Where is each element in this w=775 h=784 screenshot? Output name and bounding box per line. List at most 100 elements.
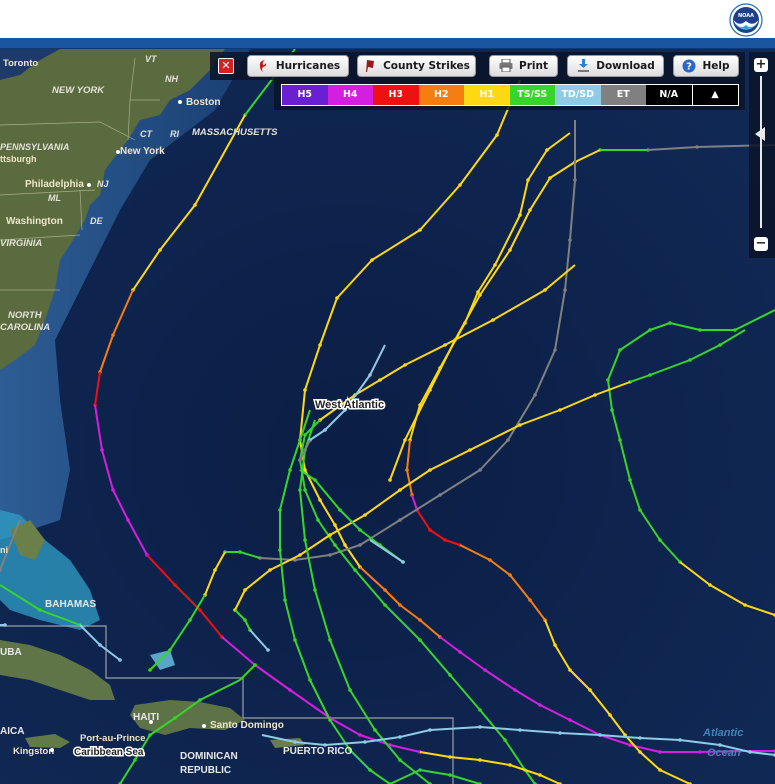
track-point[interactable]	[548, 176, 552, 180]
track-point[interactable]	[398, 735, 402, 739]
track-point[interactable]	[238, 550, 242, 554]
track-point[interactable]	[198, 698, 202, 702]
track-point[interactable]	[398, 518, 402, 522]
track-point[interactable]	[458, 650, 462, 654]
track-point[interactable]	[543, 288, 547, 292]
track-point[interactable]	[303, 488, 307, 492]
track-point[interactable]	[448, 773, 452, 777]
track-point[interactable]	[638, 736, 642, 740]
track-point[interactable]	[418, 618, 422, 622]
track-point[interactable]	[606, 378, 610, 382]
track-point[interactable]	[126, 518, 130, 522]
track-point[interactable]	[553, 643, 557, 647]
track-point[interactable]	[173, 716, 177, 720]
legend-na[interactable]: N/A	[646, 85, 692, 105]
track-point[interactable]	[333, 543, 337, 547]
track-point[interactable]	[478, 725, 482, 729]
track-point[interactable]	[398, 758, 402, 762]
track-point[interactable]	[328, 718, 332, 722]
track-point[interactable]	[303, 538, 307, 542]
legend-h2[interactable]: H2	[418, 85, 464, 105]
track-point[interactable]	[173, 583, 177, 587]
track-point[interactable]	[695, 145, 699, 149]
track-point[interactable]	[370, 258, 374, 262]
legend-collapse-toggle[interactable]: ▲	[691, 85, 738, 105]
track-point[interactable]	[293, 740, 297, 744]
track-point[interactable]	[688, 358, 692, 362]
track-point[interactable]	[303, 468, 307, 472]
track-point[interactable]	[668, 321, 672, 325]
track-point[interactable]	[298, 458, 302, 462]
track-point[interactable]	[526, 178, 530, 182]
track-point[interactable]	[168, 648, 172, 652]
track-point[interactable]	[363, 740, 367, 744]
legend-h3[interactable]: H3	[373, 85, 419, 105]
track-point[interactable]	[593, 393, 597, 397]
track-point[interactable]	[553, 348, 557, 352]
track-point[interactable]	[478, 708, 482, 712]
track-point[interactable]	[718, 343, 722, 347]
track-point[interactable]	[388, 478, 392, 482]
track-point[interactable]	[545, 148, 549, 152]
track-point[interactable]	[368, 373, 372, 377]
track-point[interactable]	[518, 728, 522, 732]
track-point[interactable]	[313, 588, 317, 592]
track-point[interactable]	[398, 603, 402, 607]
track-point[interactable]	[648, 373, 652, 377]
track-point[interactable]	[338, 508, 342, 512]
track-point[interactable]	[588, 688, 592, 692]
track-point[interactable]	[358, 543, 362, 547]
track-point[interactable]	[528, 598, 532, 602]
track-point[interactable]	[476, 290, 480, 294]
track-point[interactable]	[323, 428, 327, 432]
track-point[interactable]	[418, 638, 422, 642]
track-point[interactable]	[533, 393, 537, 397]
track-point[interactable]	[133, 758, 137, 762]
track-point[interactable]	[318, 343, 322, 347]
legend-td-sd[interactable]: TD/SD	[555, 85, 601, 105]
track-point[interactable]	[328, 553, 332, 557]
track-point[interactable]	[698, 328, 702, 332]
track-point[interactable]	[328, 533, 332, 537]
track-point[interactable]	[658, 750, 662, 754]
track-point[interactable]	[148, 733, 152, 737]
track-point[interactable]	[495, 133, 499, 137]
zoom-out-button[interactable]: −	[754, 237, 768, 251]
track-point[interactable]	[403, 438, 407, 442]
track-point[interactable]	[478, 468, 482, 472]
track-point[interactable]	[678, 738, 682, 742]
track-point[interactable]	[468, 448, 472, 452]
track-point[interactable]	[118, 658, 122, 662]
track-point[interactable]	[448, 673, 452, 677]
track-point[interactable]	[283, 598, 287, 602]
track-point[interactable]	[148, 668, 152, 672]
track-point[interactable]	[383, 603, 387, 607]
track-point[interactable]	[568, 238, 572, 242]
track-point[interactable]	[508, 248, 512, 252]
track-point[interactable]	[368, 768, 372, 772]
track-point[interactable]	[528, 208, 532, 212]
track-point[interactable]	[743, 603, 747, 607]
track-point[interactable]	[418, 768, 422, 772]
track-point[interactable]	[508, 763, 512, 767]
track-point[interactable]	[438, 493, 442, 497]
hurricanes-button[interactable]: Hurricanes	[247, 55, 349, 77]
track-point[interactable]	[111, 333, 115, 337]
track-point[interactable]	[610, 408, 614, 412]
track-point[interactable]	[98, 643, 102, 647]
zoom-in-button[interactable]: +	[754, 58, 768, 72]
track-point[interactable]	[3, 623, 7, 627]
track-point[interactable]	[558, 408, 562, 412]
track-point[interactable]	[343, 543, 347, 547]
track-point[interactable]	[328, 638, 332, 642]
track-point[interactable]	[213, 568, 217, 572]
track-point[interactable]	[303, 388, 307, 392]
track-point[interactable]	[698, 750, 702, 754]
zoom-slider-handle[interactable]	[755, 127, 765, 142]
track-point[interactable]	[318, 498, 322, 502]
map-svg[interactable]: Toronto VT NH NEW YORK Boston CT RI MASSACHUSET…	[0, 49, 775, 784]
track-point[interactable]	[298, 438, 302, 442]
track-point[interactable]	[198, 608, 202, 612]
track-point[interactable]	[298, 488, 302, 492]
track-point[interactable]	[618, 348, 622, 352]
